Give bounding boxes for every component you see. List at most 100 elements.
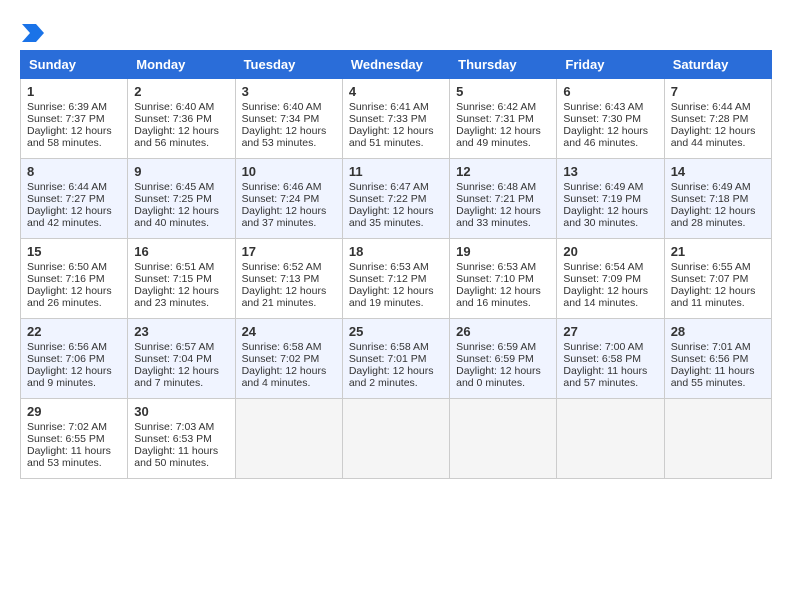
sunrise: Sunrise: 6:55 AM: [671, 261, 751, 273]
day-number: 27: [563, 324, 657, 339]
daylight: Daylight: 12 hours and 49 minutes.: [456, 125, 541, 149]
sunrise: Sunrise: 7:00 AM: [563, 341, 643, 353]
day-number: 15: [27, 244, 121, 259]
calendar-cell: 4Sunrise: 6:41 AMSunset: 7:33 PMDaylight…: [342, 79, 449, 159]
sunset: Sunset: 7:01 PM: [349, 353, 427, 365]
sunrise: Sunrise: 6:53 AM: [456, 261, 536, 273]
calendar-cell: 10Sunrise: 6:46 AMSunset: 7:24 PMDayligh…: [235, 159, 342, 239]
day-number: 10: [242, 164, 336, 179]
daylight: Daylight: 12 hours and 2 minutes.: [349, 365, 434, 389]
calendar-cell: 3Sunrise: 6:40 AMSunset: 7:34 PMDaylight…: [235, 79, 342, 159]
sunset: Sunset: 7:30 PM: [563, 113, 641, 125]
sunrise: Sunrise: 6:52 AM: [242, 261, 322, 273]
calendar-cell: 20 Sunrise: 6:54 AMSunset: 7:09 PMDayligh…: [557, 239, 664, 319]
daylight: Daylight: 11 hours and 50 minutes.: [134, 445, 218, 469]
day-number: 29: [27, 404, 121, 419]
calendar-cell: 14Sunrise: 6:49 AMSunset: 7:18 PMDayligh…: [664, 159, 771, 239]
daylight: Daylight: 12 hours and 30 minutes.: [563, 205, 648, 229]
sunrise: Sunrise: 6:54 AM: [563, 261, 643, 273]
daylight: Daylight: 11 hours and 57 minutes.: [563, 365, 647, 389]
col-header-wednesday: Wednesday: [342, 51, 449, 79]
sunset: Sunset: 7:18 PM: [671, 193, 749, 205]
day-number: 18: [349, 244, 443, 259]
calendar-cell: 28Sunrise: 7:01 AMSunset: 6:56 PMDayligh…: [664, 319, 771, 399]
page-header: [20, 20, 772, 40]
calendar-week-1: 1Sunrise: 6:39 AMSunset: 7:37 PMDaylight…: [21, 79, 772, 159]
col-header-thursday: Thursday: [450, 51, 557, 79]
sunrise: Sunrise: 6:59 AM: [456, 341, 536, 353]
daylight: Daylight: 12 hours and 26 minutes.: [27, 285, 112, 309]
sunrise: Sunrise: 6:44 AM: [27, 181, 107, 193]
day-number: 24: [242, 324, 336, 339]
sunrise: Sunrise: 6:49 AM: [563, 181, 643, 193]
day-number: 1: [27, 84, 121, 99]
sunset: Sunset: 7:34 PM: [242, 113, 320, 125]
calendar-cell: [557, 399, 664, 479]
day-number: 20: [563, 244, 657, 259]
day-number: 9: [134, 164, 228, 179]
day-number: 4: [349, 84, 443, 99]
calendar-week-3: 15Sunrise: 6:50 AMSunset: 7:16 PMDayligh…: [21, 239, 772, 319]
daylight: Daylight: 12 hours and 0 minutes.: [456, 365, 541, 389]
calendar-cell: 18Sunrise: 6:53 AMSunset: 7:12 PMDayligh…: [342, 239, 449, 319]
calendar-cell: 12Sunrise: 6:48 AMSunset: 7:21 PMDayligh…: [450, 159, 557, 239]
daylight: Daylight: 12 hours and 46 minutes.: [563, 125, 648, 149]
day-number: 19: [456, 244, 550, 259]
calendar-cell: 27Sunrise: 7:00 AMSunset: 6:58 PMDayligh…: [557, 319, 664, 399]
daylight: Daylight: 12 hours and 14 minutes.: [563, 285, 648, 309]
sunset: Sunset: 7:21 PM: [456, 193, 534, 205]
day-number: 2: [134, 84, 228, 99]
col-header-monday: Monday: [128, 51, 235, 79]
sunrise: Sunrise: 6:41 AM: [349, 101, 429, 113]
calendar-cell: 7Sunrise: 6:44 AMSunset: 7:28 PMDaylight…: [664, 79, 771, 159]
calendar-header-row: SundayMondayTuesdayWednesdayThursdayFrid…: [21, 51, 772, 79]
day-number: 14: [671, 164, 765, 179]
calendar-cell: 29Sunrise: 7:02 AMSunset: 6:55 PMDayligh…: [21, 399, 128, 479]
sunset: Sunset: 7:15 PM: [134, 273, 212, 285]
day-number: 3: [242, 84, 336, 99]
col-header-tuesday: Tuesday: [235, 51, 342, 79]
sunrise: Sunrise: 6:58 AM: [349, 341, 429, 353]
calendar-cell: 5 Sunrise: 6:42 AMSunset: 7:31 PMDaylight…: [450, 79, 557, 159]
calendar-cell: 2Sunrise: 6:40 AMSunset: 7:36 PMDaylight…: [128, 79, 235, 159]
sunset: Sunset: 7:06 PM: [27, 353, 105, 365]
sunset: Sunset: 7:09 PM: [563, 273, 641, 285]
sunset: Sunset: 7:10 PM: [456, 273, 534, 285]
calendar-cell: 8Sunrise: 6:44 AMSunset: 7:27 PMDaylight…: [21, 159, 128, 239]
sunrise: Sunrise: 6:58 AM: [242, 341, 322, 353]
daylight: Daylight: 12 hours and 9 minutes.: [27, 365, 112, 389]
day-number: 28: [671, 324, 765, 339]
daylight: Daylight: 12 hours and 4 minutes.: [242, 365, 327, 389]
daylight: Daylight: 12 hours and 33 minutes.: [456, 205, 541, 229]
day-number: 8: [27, 164, 121, 179]
calendar-cell: 13Sunrise: 6:49 AMSunset: 7:19 PMDayligh…: [557, 159, 664, 239]
sunrise: Sunrise: 6:40 AM: [134, 101, 214, 113]
calendar-table: SundayMondayTuesdayWednesdayThursdayFrid…: [20, 50, 772, 479]
day-number: 11: [349, 164, 443, 179]
sunset: Sunset: 7:07 PM: [671, 273, 749, 285]
daylight: Daylight: 12 hours and 7 minutes.: [134, 365, 219, 389]
calendar-cell: 11Sunrise: 6:47 AMSunset: 7:22 PMDayligh…: [342, 159, 449, 239]
calendar-cell: [450, 399, 557, 479]
calendar-cell: 16Sunrise: 6:51 AMSunset: 7:15 PMDayligh…: [128, 239, 235, 319]
day-number: 16: [134, 244, 228, 259]
sunset: Sunset: 6:55 PM: [27, 433, 105, 445]
calendar-cell: 1Sunrise: 6:39 AMSunset: 7:37 PMDaylight…: [21, 79, 128, 159]
calendar-week-5: 29Sunrise: 7:02 AMSunset: 6:55 PMDayligh…: [21, 399, 772, 479]
sunset: Sunset: 7:22 PM: [349, 193, 427, 205]
sunrise: Sunrise: 6:53 AM: [349, 261, 429, 273]
sunset: Sunset: 7:33 PM: [349, 113, 427, 125]
calendar-cell: [235, 399, 342, 479]
sunrise: Sunrise: 6:46 AM: [242, 181, 322, 193]
sunset: Sunset: 7:13 PM: [242, 273, 320, 285]
daylight: Daylight: 12 hours and 37 minutes.: [242, 205, 327, 229]
sunrise: Sunrise: 6:39 AM: [27, 101, 107, 113]
daylight: Daylight: 12 hours and 23 minutes.: [134, 285, 219, 309]
sunset: Sunset: 7:31 PM: [456, 113, 534, 125]
day-number: 23: [134, 324, 228, 339]
day-number: 5: [456, 84, 550, 99]
daylight: Daylight: 12 hours and 53 minutes.: [242, 125, 327, 149]
sunrise: Sunrise: 6:42 AM: [456, 101, 536, 113]
daylight: Daylight: 12 hours and 35 minutes.: [349, 205, 434, 229]
col-header-friday: Friday: [557, 51, 664, 79]
